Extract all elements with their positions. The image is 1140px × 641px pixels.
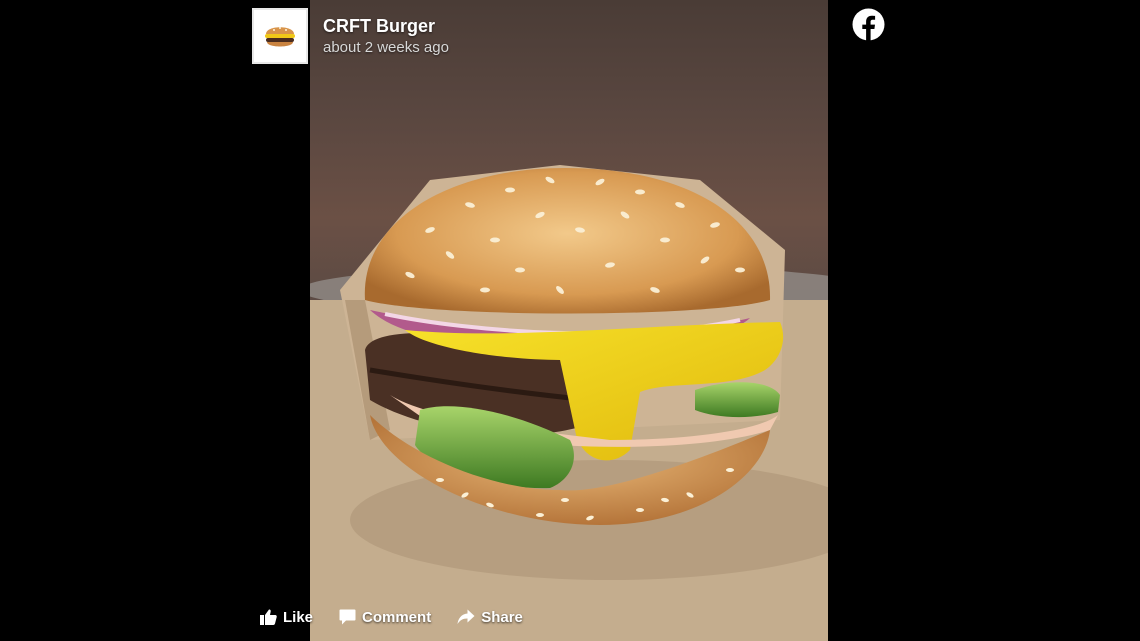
share-button[interactable]: Share: [457, 609, 523, 626]
post-photo[interactable]: [310, 0, 828, 641]
comment-label: Comment: [362, 608, 432, 626]
share-arrow-icon: [457, 609, 475, 624]
post-timestamp[interactable]: about 2 weeks ago: [323, 39, 449, 56]
facebook-logo-button[interactable]: [852, 8, 885, 41]
page-name[interactable]: CRFT Burger: [323, 16, 435, 37]
like-button[interactable]: Like: [260, 609, 313, 626]
burger-photo-illustration: [310, 165, 828, 641]
thumbs-up-icon: [260, 609, 277, 625]
burger-avatar-icon: [265, 27, 295, 47]
post-actions: Like Comment Share: [260, 605, 549, 629]
share-label: Share: [481, 608, 523, 626]
video-stage: CRFT Burger about 2 weeks ago Like Comme…: [0, 0, 1140, 641]
facebook-icon: [852, 8, 885, 41]
comment-button[interactable]: Comment: [339, 609, 431, 626]
like-label: Like: [283, 608, 314, 626]
page-avatar[interactable]: [252, 8, 308, 64]
comment-icon: [339, 609, 356, 625]
